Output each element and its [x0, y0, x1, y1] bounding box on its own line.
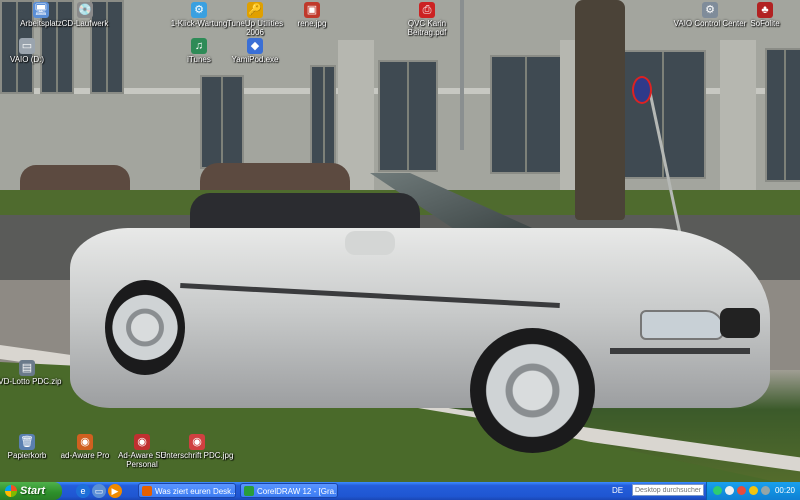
volume-tray-icon[interactable] [725, 486, 734, 495]
desktop-icon-label: rene.jpg [297, 19, 327, 28]
desktop-search-input[interactable] [632, 484, 704, 496]
icon-papierkorb-image-icon: 🗑 [19, 434, 35, 450]
icon-tuneup-utilities-image-icon: 🔑 [247, 2, 263, 18]
icon-unterschrift-pdc[interactable]: ◉ Unterschrift PDC.jpg [160, 434, 234, 460]
car-rear-wheel [105, 280, 185, 375]
icon-ad-aware-pro-image-icon: ◉ [77, 434, 93, 450]
system-tray: 00:20 [706, 482, 800, 500]
task-firefox-desktop-app-icon [142, 486, 152, 496]
desktop-icon-label: Unterschrift PDC.jpg [160, 451, 234, 460]
icon-vaio-control-center-image-icon: ⚙ [702, 2, 718, 18]
car-headlight [640, 310, 724, 340]
car-bumper-stripe [610, 348, 750, 354]
icon-yamipod[interactable]: ◆ YamiPod.exe [218, 38, 292, 64]
start-button[interactable]: Start [0, 482, 62, 500]
icon-cd-laufwerk-image-icon: 💿 [77, 2, 93, 18]
icon-qvc-pdf-image-icon: ⎙ [419, 2, 435, 18]
desktop-icon-label: YamiPod.exe [231, 55, 279, 64]
update-tray-icon[interactable] [749, 486, 758, 495]
desktop[interactable]: 🖥 Arbeitsplatz 💿 CD-Laufwerk ⚙ 1-Klick-Wartun… [0, 0, 800, 482]
show-desktop-icon[interactable]: ▭ [92, 484, 106, 498]
task-coreldraw[interactable]: CorelDRAW 12 - [Gra... [240, 483, 338, 498]
media-player-icon[interactable]: ▶ [108, 484, 122, 498]
language-indicator[interactable]: DE [612, 486, 623, 495]
icon-sofolite-image-icon: ♣ [757, 2, 773, 18]
building-window [310, 65, 336, 169]
icon-sofolite[interactable]: ♣ SoFolite [728, 2, 800, 28]
icon-arbeitsplatz-image-icon: 🖥 [33, 2, 49, 18]
no-parking-sign [632, 76, 652, 104]
car-front-wheel [470, 328, 595, 453]
icon-dvd-lotto[interactable]: ▤DVD-Lotto PDC.zip [0, 360, 64, 386]
building-window [378, 60, 438, 172]
icon-dvd-lotto-image-icon: ▤ [19, 360, 35, 376]
icon-cd-laufwerk[interactable]: 💿 CD-Laufwerk [48, 2, 122, 28]
icon-vaio-d-image-icon: ▭ [19, 38, 35, 54]
desktop-icon-label: DVD-Lotto PDC.zip [0, 377, 62, 386]
icon-yamipod-image-icon: ◆ [247, 38, 263, 54]
desktop-icon-label: QVC Karin Beitrag.pdf [407, 19, 447, 37]
task-label: CorelDRAW 12 - [Gra... [257, 487, 338, 496]
car-grille [720, 308, 760, 338]
ie-quicklaunch-icon[interactable]: e [76, 484, 90, 498]
security-tray-icon[interactable] [737, 486, 746, 495]
network-tray-icon[interactable] [713, 486, 722, 495]
desktop-icon-label: CD-Laufwerk [61, 19, 109, 28]
icon-qvc-pdf[interactable]: ⎙ QVC Karin Beitrag.pdf [390, 2, 464, 37]
icon-rene-jpg-image-icon: ▣ [304, 2, 320, 18]
desktop-icon-label: VAIO (D:) [9, 55, 45, 64]
icon-unterschrift-pdc-image-icon: ◉ [189, 434, 205, 450]
start-label: Start [20, 485, 46, 497]
windows-logo-icon [5, 485, 17, 497]
icon-vaio-d[interactable]: ▭ VAIO (D:) [0, 38, 64, 64]
task-coreldraw-app-icon [244, 486, 254, 496]
building-window [490, 55, 562, 174]
clock[interactable]: 00:20 [775, 486, 795, 495]
icon-itunes-image-icon: ♫ [191, 38, 207, 54]
task-firefox-desktop[interactable]: Was ziert euren Desk... [138, 483, 236, 498]
icon-ad-aware-se-image-icon: ◉ [134, 434, 150, 450]
icon-rene-jpg[interactable]: ▣ rene.jpg [275, 2, 349, 28]
sync-tray-icon[interactable] [761, 486, 770, 495]
building-window [200, 75, 244, 169]
desktop-icon-label: SoFolite [750, 19, 780, 28]
convertible-car [70, 168, 770, 458]
icon-1-klick-wartung-image-icon: ⚙ [191, 2, 207, 18]
task-label: Was ziert euren Desk... [155, 487, 236, 496]
car-mirror [345, 231, 395, 255]
taskbar: Start e ▭ ▶ Was ziert euren Desk... CorelDR… [0, 482, 800, 500]
building-window [765, 48, 800, 182]
